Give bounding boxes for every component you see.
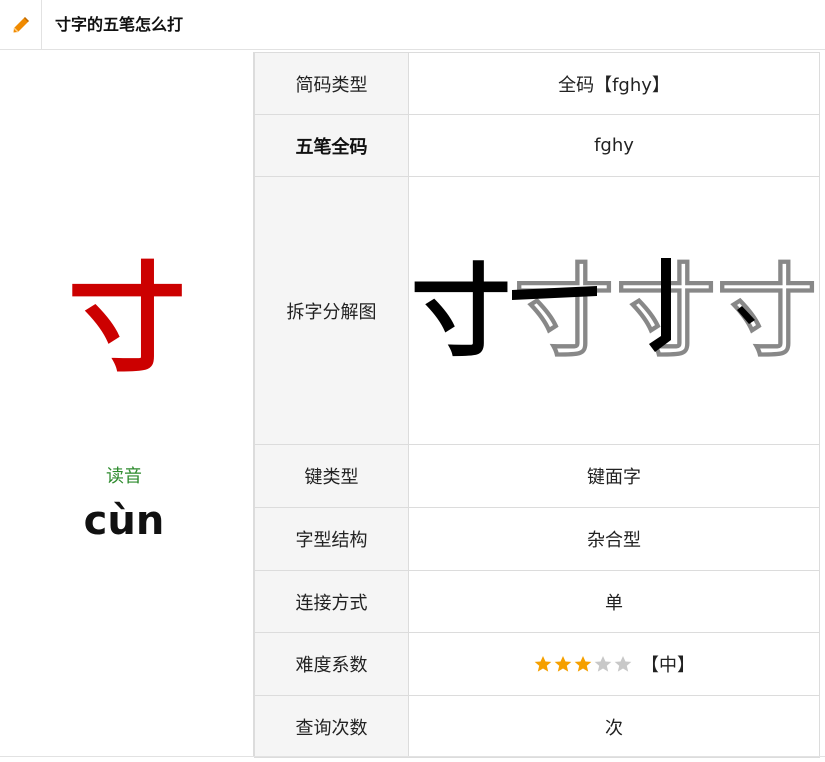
decomposition-glyph-1: 寸 xyxy=(411,252,511,368)
big-character: 寸 xyxy=(67,250,186,388)
star-filled-icon xyxy=(534,655,552,672)
table-row: 简码类型 全码【fghy】 xyxy=(254,52,820,115)
star-empty-icon xyxy=(614,655,632,672)
decomposition-strokes-image: 寸 寸 寸 寸 xyxy=(411,251,818,371)
decomposition-image: 寸 寸 寸 寸 xyxy=(408,176,820,445)
difficulty-stars xyxy=(533,655,633,673)
decomposition-glyph-step3: 寸 xyxy=(615,251,716,370)
difficulty-level: 【中】 xyxy=(641,655,695,676)
row-value-key-type: 键面字 xyxy=(408,444,820,508)
row-label-connection: 连接方式 xyxy=(254,570,409,633)
row-value-full-code: fghy xyxy=(408,114,820,177)
wubi-info-table: 简码类型 全码【fghy】 五笔全码 fghy 拆字分解图 寸 寸 寸 寸 键类… xyxy=(254,52,820,758)
row-label-difficulty: 难度系数 xyxy=(254,632,409,696)
page-title: 寸字的五笔怎么打 xyxy=(55,15,184,34)
row-value-structure: 杂合型 xyxy=(408,507,820,571)
star-filled-icon xyxy=(554,655,572,672)
row-label-query-count: 查询次数 xyxy=(254,695,409,758)
decomposition-glyph-2: 寸 xyxy=(514,252,614,368)
bottom-divider xyxy=(0,756,825,757)
row-label-decomposition: 拆字分解图 xyxy=(254,176,409,445)
table-row: 连接方式 单 xyxy=(254,570,820,633)
row-label-structure: 字型结构 xyxy=(254,507,409,571)
decomposition-glyph-4: 寸 xyxy=(717,252,817,368)
reading-label: 读音 xyxy=(106,466,142,487)
row-value-difficulty: 【中】 xyxy=(408,632,820,696)
row-value-query-count: 次 xyxy=(408,695,820,758)
table-row: 拆字分解图 寸 寸 寸 寸 xyxy=(254,176,820,445)
row-value-connection: 单 xyxy=(408,570,820,633)
row-label-code-type: 简码类型 xyxy=(254,52,409,115)
edit-icon-box[interactable] xyxy=(0,0,42,50)
pencil-icon xyxy=(12,16,29,33)
row-label-full-code: 五笔全码 xyxy=(254,114,409,177)
pinyin-text: cùn xyxy=(83,498,165,544)
page-header: 寸字的五笔怎么打 xyxy=(0,0,825,50)
character-panel: 寸 读音 cùn xyxy=(0,52,254,756)
decomposition-glyph-step4: 寸 xyxy=(716,251,817,370)
table-row: 查询次数 次 xyxy=(254,695,820,758)
row-value-code-type: 全码【fghy】 xyxy=(408,52,820,115)
star-empty-icon xyxy=(594,655,612,672)
table-row: 字型结构 杂合型 xyxy=(254,507,820,571)
row-label-key-type: 键类型 xyxy=(254,444,409,508)
table-row: 键类型 键面字 xyxy=(254,444,820,508)
star-filled-icon xyxy=(574,655,592,672)
decomposition-glyph-step2: 寸 xyxy=(512,251,615,371)
decomposition-glyph-full: 寸 xyxy=(411,252,511,370)
table-row: 五笔全码 fghy xyxy=(254,114,820,177)
table-row: 难度系数 【中】 xyxy=(254,632,820,696)
